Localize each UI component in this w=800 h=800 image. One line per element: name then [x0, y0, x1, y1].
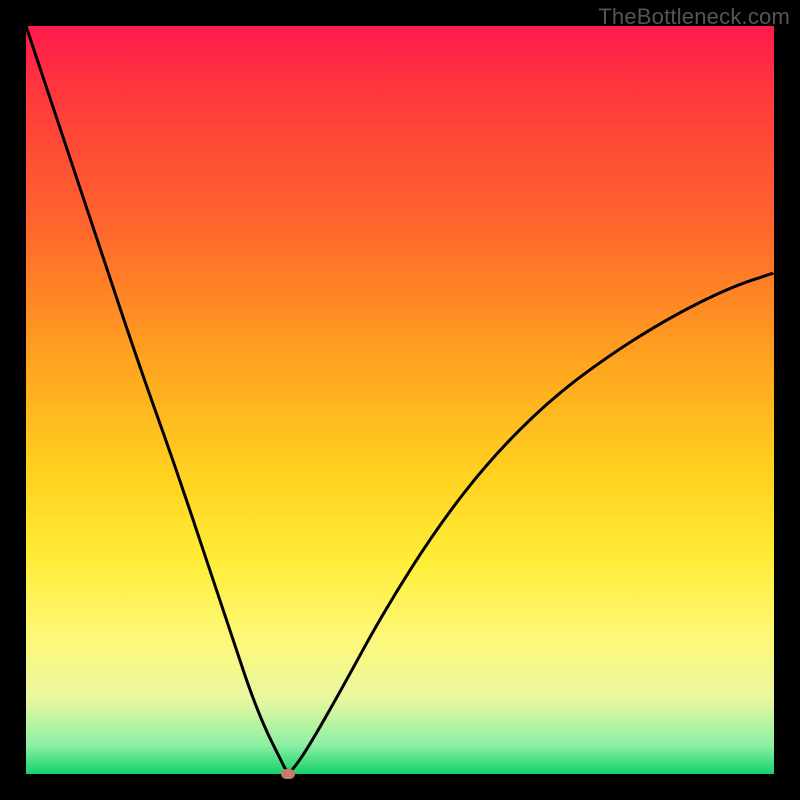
watermark-text: TheBottleneck.com	[598, 4, 790, 30]
bottleneck-curve	[26, 26, 774, 774]
chart-frame: TheBottleneck.com	[0, 0, 800, 800]
plot-area	[26, 26, 774, 774]
minimum-marker	[281, 769, 295, 779]
